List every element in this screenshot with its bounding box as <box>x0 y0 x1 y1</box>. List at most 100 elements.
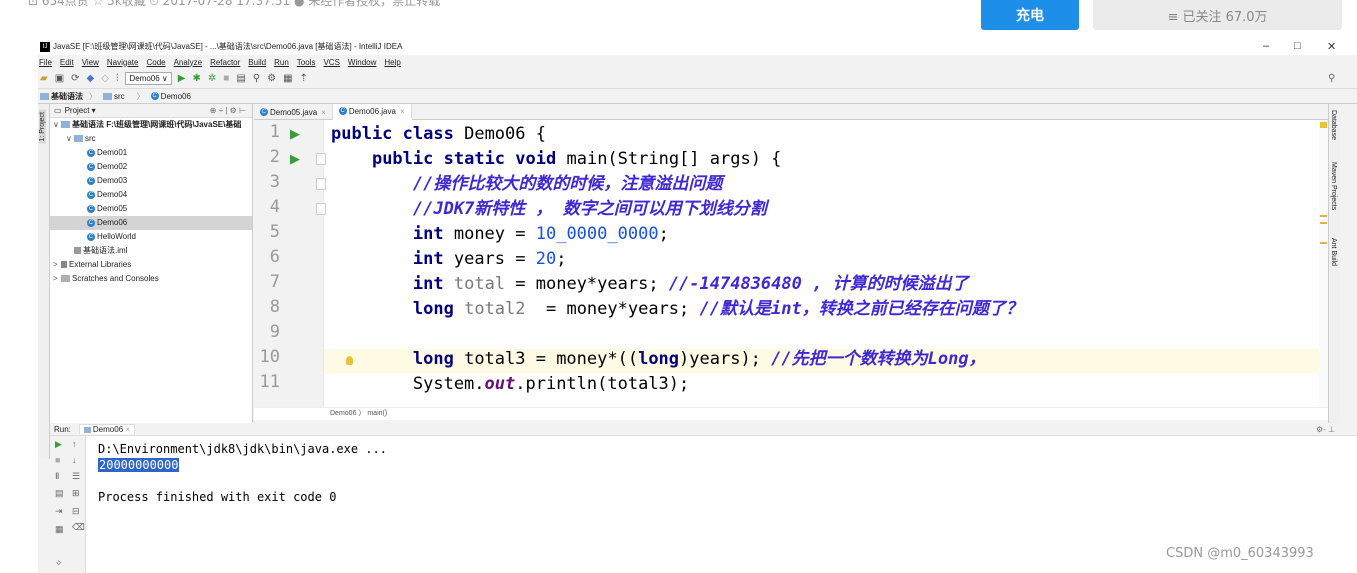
menu-navigate[interactable]: Navigate <box>107 58 139 67</box>
tree-item[interactable]: > Scratches and Consoles <box>50 272 252 286</box>
fold-marker-icon[interactable] <box>316 153 326 165</box>
back-arrow-icon[interactable]: ◆ <box>87 73 95 84</box>
project-tool-tab[interactable]: 1: Project <box>39 110 46 144</box>
menu-analyze[interactable]: Analyze <box>174 58 202 67</box>
settings-icon[interactable]: ⚙ <box>267 73 276 84</box>
open-folder-icon[interactable]: ▰ <box>40 73 48 84</box>
project-view-select[interactable]: Project ▾ <box>65 106 96 115</box>
sync-icon[interactable]: ⟳ <box>71 73 79 84</box>
tab-demo06[interactable]: C Demo06.java × <box>332 104 412 120</box>
expand-arrow-icon[interactable]: > <box>53 272 61 286</box>
scroll-to-end-icon[interactable]: ⊞ <box>72 488 80 499</box>
warning-mark[interactable] <box>1320 215 1327 217</box>
menu-code[interactable]: Code <box>146 58 165 67</box>
breadcrumb-project[interactable]: 基础语法 <box>40 91 83 102</box>
code-line[interactable]: //操作比较大的数的时候，注意溢出问题 <box>331 172 722 197</box>
tree-item[interactable]: C Demo06 <box>50 216 252 230</box>
save-icon[interactable]: ▣ <box>55 73 64 84</box>
maximize-button[interactable]: □ <box>1294 40 1301 52</box>
code-line[interactable]: public class Demo06 { <box>331 122 546 147</box>
menu-build[interactable]: Build <box>248 58 266 67</box>
warning-mark[interactable] <box>1320 242 1327 244</box>
database-tool-tab[interactable]: Database <box>1330 110 1337 140</box>
menu-view[interactable]: View <box>82 58 99 67</box>
tree-item[interactable]: C Demo04 <box>50 188 252 202</box>
vcs-icon[interactable]: ⇡ <box>300 73 308 84</box>
breadcrumb-src[interactable]: src <box>103 92 131 101</box>
expand-arrow-icon[interactable]: ∨ <box>53 118 61 132</box>
code-area[interactable]: public class Demo06 { public static void… <box>331 120 1337 407</box>
fold-marker-icon[interactable] <box>316 178 326 190</box>
stop-icon[interactable]: ■ <box>55 455 60 465</box>
tree-item[interactable]: ∨ src <box>50 132 252 146</box>
rerun-icon[interactable]: ▶ <box>55 439 62 450</box>
tree-item[interactable]: 基础语法.iml <box>50 244 252 258</box>
menu-file[interactable]: File <box>39 58 52 67</box>
tree-item[interactable]: C Demo01 <box>50 146 252 160</box>
layout-icon[interactable]: ▦ <box>55 524 64 535</box>
up-arrow-icon[interactable]: ↑ <box>72 439 77 449</box>
structure-icon[interactable]: ▤ <box>236 73 245 84</box>
close-tab-icon[interactable]: × <box>321 108 326 117</box>
sdk-icon[interactable]: ⚲ <box>253 73 260 84</box>
tree-item[interactable]: C Demo05 <box>50 202 252 216</box>
code-editor[interactable]: 1 2 3 4 5 6 7 8 9 10 11 ▶ ▶ public class Demo06 { pu… <box>254 120 1337 407</box>
search-icon[interactable]: ⚲ <box>1328 73 1335 84</box>
pause-icon[interactable]: Ⅱ <box>55 471 59 482</box>
trash-icon[interactable]: ⌫ <box>72 522 85 533</box>
run-gutter-icon[interactable]: ▶ <box>290 151 300 167</box>
debug-icon[interactable]: ✱ <box>192 73 200 84</box>
project-structure-icon[interactable]: ▦ <box>283 73 292 84</box>
close-tab-icon[interactable]: × <box>400 107 405 116</box>
coverage-icon[interactable]: ✲ <box>208 73 216 84</box>
menu-window[interactable]: Window <box>348 58 376 67</box>
menu-run[interactable]: Run <box>274 58 289 67</box>
error-stripe[interactable] <box>1319 120 1328 407</box>
run-icon[interactable]: ▶ <box>178 73 186 84</box>
code-line[interactable]: public static void main(String[] args) { <box>331 147 781 172</box>
menu-help[interactable]: Help <box>384 58 400 67</box>
close-button[interactable]: ✕ <box>1327 40 1336 53</box>
run-gutter-icon[interactable]: ▶ <box>290 126 300 142</box>
editor-breadcrumbs[interactable]: Demo06 〉 main() <box>254 407 1337 420</box>
soft-wrap-icon[interactable]: ☰ <box>72 471 80 482</box>
code-line[interactable]: int money = 10_0000_0000; <box>331 222 669 247</box>
close-tab-icon[interactable]: × <box>125 425 130 434</box>
stop-icon[interactable]: ■ <box>223 73 229 84</box>
code-line[interactable]: long total2 = money*years; //默认是int，转换之前… <box>331 297 1023 322</box>
tab-demo05[interactable]: C Demo05.java × <box>254 104 333 120</box>
build-icon[interactable]: ⫶ <box>116 73 119 84</box>
code-line[interactable]: System.out.println(total3); <box>331 372 689 397</box>
menu-refactor[interactable]: Refactor <box>210 58 240 67</box>
expand-arrow-icon[interactable]: > <box>53 258 61 272</box>
run-config-select[interactable]: Demo06 ∨ <box>125 72 172 85</box>
panel-settings-icon[interactable]: ⚙‑ ⊥ <box>1316 425 1335 434</box>
down-arrow-icon[interactable]: ↓ <box>72 455 77 465</box>
minimize-button[interactable]: – <box>1263 40 1269 52</box>
panel-controls-icon[interactable]: ⊕ ÷ | ⚙ ⊢ <box>210 106 246 115</box>
print-icon[interactable]: ⊟ <box>72 506 80 517</box>
menu-vcs[interactable]: VCS <box>323 58 339 67</box>
exit-icon[interactable]: ⇥ <box>55 506 63 517</box>
follow-button[interactable]: ≡ 已关注 67.0万 <box>1093 0 1342 30</box>
tree-item[interactable]: ∨ 基础语法 F:\班级管理\网课班\代码\JavaSE\基础 <box>50 118 252 132</box>
charge-button[interactable]: 充电 <box>981 0 1079 30</box>
analysis-status-icon[interactable] <box>1320 122 1327 128</box>
dump-threads-icon[interactable]: ▤ <box>55 488 64 499</box>
code-line[interactable]: //JDK7新特性 ， 数字之间可以用下划线分割 <box>331 197 767 222</box>
maven-tool-tab[interactable]: Maven Projects <box>1330 162 1337 210</box>
tree-item[interactable]: C Demo03 <box>50 174 252 188</box>
tree-item[interactable]: > External Libraries <box>50 258 252 272</box>
menu-tools[interactable]: Tools <box>297 58 316 67</box>
tree-item[interactable]: C HelloWorld <box>50 230 252 244</box>
warning-mark[interactable] <box>1320 222 1327 224</box>
expand-arrow-icon[interactable]: ∨ <box>66 132 74 146</box>
menu-edit[interactable]: Edit <box>60 58 74 67</box>
fold-marker-icon[interactable] <box>316 203 326 215</box>
pin-icon[interactable]: ✧ <box>55 558 63 569</box>
console-output[interactable]: D:\Environment\jdk8\jdk\bin\java.exe ...… <box>98 441 387 505</box>
code-line[interactable]: long total3 = money*((long)years); //先把一… <box>331 347 986 372</box>
ant-build-tool-tab[interactable]: Ant Build <box>1330 238 1337 266</box>
forward-arrow-icon[interactable]: ◇ <box>101 73 109 84</box>
breadcrumb-file[interactable]: C Demo06 <box>150 92 197 101</box>
